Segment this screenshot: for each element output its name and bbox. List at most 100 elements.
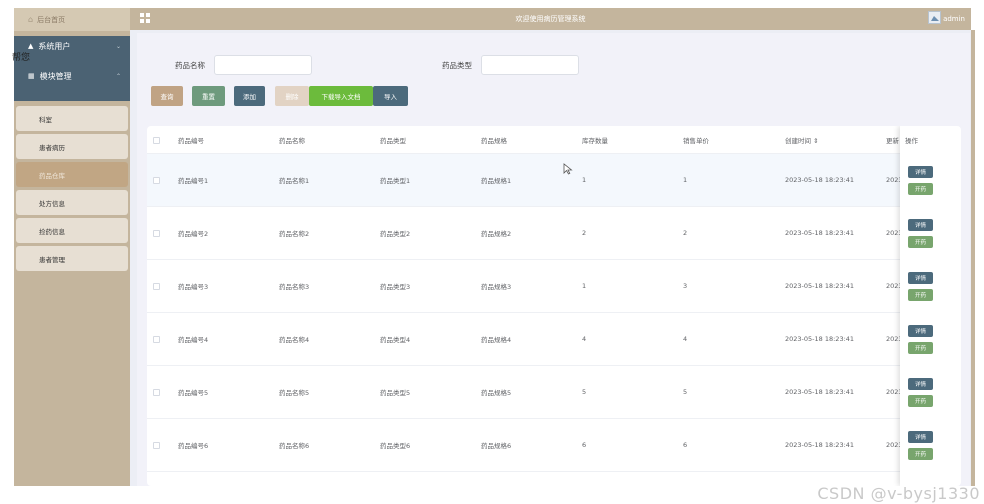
cell-type: 药品类型6 xyxy=(380,442,411,450)
prescribe-button[interactable]: 开药 xyxy=(908,183,933,195)
prescribe-button[interactable]: 开药 xyxy=(908,395,933,407)
detail-button[interactable]: 详情 xyxy=(908,378,933,390)
cell-price: 4 xyxy=(683,335,688,343)
cell-spec: 药品规格1 xyxy=(481,177,512,185)
cell-type: 药品类型2 xyxy=(380,230,411,238)
sidebar-item-label: 药品仓库 xyxy=(39,171,65,180)
cell-stock: 5 xyxy=(582,388,587,396)
query-button[interactable]: 查询 xyxy=(151,86,183,106)
sidebar-home-link[interactable]: ⌂ 后台首页 xyxy=(14,8,130,31)
cell-price: 6 xyxy=(683,441,688,449)
cell-created: 2023-05-18 18:23:41 xyxy=(785,335,855,343)
cell-price: 1 xyxy=(683,176,688,184)
cell-price: 2 xyxy=(683,229,688,237)
sidebar-group-label: 系统用户 xyxy=(38,41,71,51)
row-checkbox[interactable] xyxy=(153,389,160,396)
sidebar-item-label: 科室 xyxy=(39,115,52,124)
reset-button[interactable]: 重置 xyxy=(192,86,225,106)
sidebar-item-prescriptions[interactable]: 处方信息 xyxy=(16,190,128,215)
sidebar-item-patient-management[interactable]: 患者管理 xyxy=(16,246,128,271)
select-all-checkbox[interactable] xyxy=(153,136,160,144)
table-row[interactable]: 药品编号5 药品名称5 药品类型5 药品规格5 5 5 2023-05-18 1… xyxy=(147,366,961,419)
cell-stock: 6 xyxy=(582,441,587,449)
drug-table: 药品编号 药品名称 药品类型 药品规格 库存数量 销售单价 创建时间 ⇕ 更新 … xyxy=(147,126,961,486)
col-header-stock: 库存数量 xyxy=(582,136,608,145)
add-button[interactable]: 添加 xyxy=(234,86,265,106)
cell-created: 2023-05-18 18:23:41 xyxy=(785,176,855,184)
row-checkbox[interactable] xyxy=(153,442,160,449)
cell-created: 2023-05-18 18:23:41 xyxy=(785,282,855,290)
col-header-ops: 操作 xyxy=(905,137,918,145)
col-header-created[interactable]: 创建时间 ⇕ xyxy=(785,126,819,153)
drug-type-label: 药品类型 xyxy=(442,61,472,70)
col-header-code: 药品编号 xyxy=(178,136,204,145)
col-header-spec: 药品规格 xyxy=(481,136,507,145)
image-avatar-icon[interactable] xyxy=(928,11,941,24)
sidebar-home-label: 后台首页 xyxy=(37,15,66,24)
drug-name-input[interactable] xyxy=(214,55,312,75)
cell-name: 药品名称5 xyxy=(279,389,310,397)
top-bar: 欢迎使用病历管理系统 admin xyxy=(130,8,971,30)
sidebar-item-department[interactable]: 科室 xyxy=(16,106,128,131)
sidebar-group-module-management[interactable]: ▦ 模块管理 ⌃ xyxy=(14,66,130,86)
table-row[interactable]: 药品编号6 药品名称6 药品类型6 药品规格6 6 6 2023-05-18 1… xyxy=(147,419,961,472)
cell-name: 药品名称2 xyxy=(279,230,310,238)
cell-spec: 药品规格6 xyxy=(481,442,512,450)
cell-name: 药品名称3 xyxy=(279,283,310,291)
sidebar-item-label: 患者管理 xyxy=(39,255,65,264)
sidebar-item-drug-picking[interactable]: 捡药信息 xyxy=(16,218,128,243)
sidebar-group-system-users[interactable]: ▲ 系统用户 ⌄ xyxy=(14,36,130,56)
sidebar-overlay-text: 帮您 xyxy=(12,53,31,63)
cell-created: 2023-05-18 18:23:41 xyxy=(785,229,855,237)
prescribe-button[interactable]: 开药 xyxy=(908,289,933,301)
cell-code: 药品编号4 xyxy=(178,336,209,344)
cell-type: 药品类型5 xyxy=(380,389,411,397)
grid-icon: ▦ xyxy=(28,72,35,80)
table-header-row: 药品编号 药品名称 药品类型 药品规格 库存数量 销售单价 创建时间 ⇕ 更新 xyxy=(147,126,961,154)
sidebar-item-drug-warehouse[interactable]: 药品仓库 xyxy=(16,162,128,187)
detail-button[interactable]: 详情 xyxy=(908,272,933,284)
cell-code: 药品编号1 xyxy=(178,177,209,185)
sidebar-group-label: 模块管理 xyxy=(39,71,72,81)
table-row[interactable]: 药品编号1 药品名称1 药品类型1 药品规格1 1 1 2023-05-18 1… xyxy=(147,154,961,207)
cell-code: 药品编号2 xyxy=(178,230,209,238)
watermark: CSDN @v-bysj1330 xyxy=(817,484,980,503)
page-title: 欢迎使用病历管理系统 xyxy=(515,15,586,23)
table-row[interactable]: 药品编号4 药品名称4 药品类型4 药品规格4 4 4 2023-05-18 1… xyxy=(147,313,961,366)
cell-price: 3 xyxy=(683,282,688,290)
cell-type: 药品类型1 xyxy=(380,177,411,185)
operations-column: 操作 详情 开药 详情 开药 详情 开药 详情 开药 详情 开药 详情 开药 xyxy=(900,126,961,486)
cell-spec: 药品规格2 xyxy=(481,230,512,238)
row-checkbox[interactable] xyxy=(153,177,160,184)
sidebar: ⌂ 后台首页 ▲ 系统用户 ⌄ 帮您 ▦ 模块管理 ⌃ 科室 患者病历 药品仓库… xyxy=(12,8,130,486)
import-button[interactable]: 导入 xyxy=(373,86,408,106)
prescribe-button[interactable]: 开药 xyxy=(908,236,933,248)
main-content: 药品名称 药品类型 查询 重置 添加 删除 下载导入文档 导入 药品编号 药品名… xyxy=(130,30,971,486)
download-template-button[interactable]: 下载导入文档 xyxy=(309,86,373,106)
detail-button[interactable]: 详情 xyxy=(908,219,933,231)
row-checkbox[interactable] xyxy=(153,230,160,237)
cell-code: 药品编号3 xyxy=(178,283,209,291)
sidebar-item-patient-records[interactable]: 患者病历 xyxy=(16,134,128,159)
chevron-up-icon: ⌃ xyxy=(115,72,121,80)
sidebar-group-section: ▲ 系统用户 ⌄ 帮您 ▦ 模块管理 ⌃ xyxy=(12,36,130,101)
detail-button[interactable]: 详情 xyxy=(908,431,933,443)
prescribe-button[interactable]: 开药 xyxy=(908,342,933,354)
cell-code: 药品编号6 xyxy=(178,442,209,450)
cell-spec: 药品规格3 xyxy=(481,283,512,291)
detail-button[interactable]: 详情 xyxy=(908,325,933,337)
mouse-cursor-icon xyxy=(563,163,573,175)
table-row[interactable]: 药品编号2 药品名称2 药品类型2 药品规格2 2 2 2023-05-18 1… xyxy=(147,207,961,260)
delete-button[interactable]: 删除 xyxy=(275,86,309,106)
cell-stock: 1 xyxy=(582,282,587,290)
row-checkbox[interactable] xyxy=(153,283,160,290)
drug-type-input[interactable] xyxy=(481,55,579,75)
detail-button[interactable]: 详情 xyxy=(908,166,933,178)
user-name[interactable]: admin xyxy=(943,8,965,30)
row-checkbox[interactable] xyxy=(153,336,160,343)
prescribe-button[interactable]: 开药 xyxy=(908,448,933,460)
content-panel: 药品名称 药品类型 查询 重置 添加 删除 下载导入文档 导入 药品编号 药品名… xyxy=(137,33,970,486)
app-window: ⌂ 后台首页 ▲ 系统用户 ⌄ 帮您 ▦ 模块管理 ⌃ 科室 患者病历 药品仓库… xyxy=(0,0,984,504)
table-row[interactable]: 药品编号3 药品名称3 药品类型3 药品规格3 1 3 2023-05-18 1… xyxy=(147,260,961,313)
cell-created: 2023-05-18 18:23:41 xyxy=(785,388,855,396)
